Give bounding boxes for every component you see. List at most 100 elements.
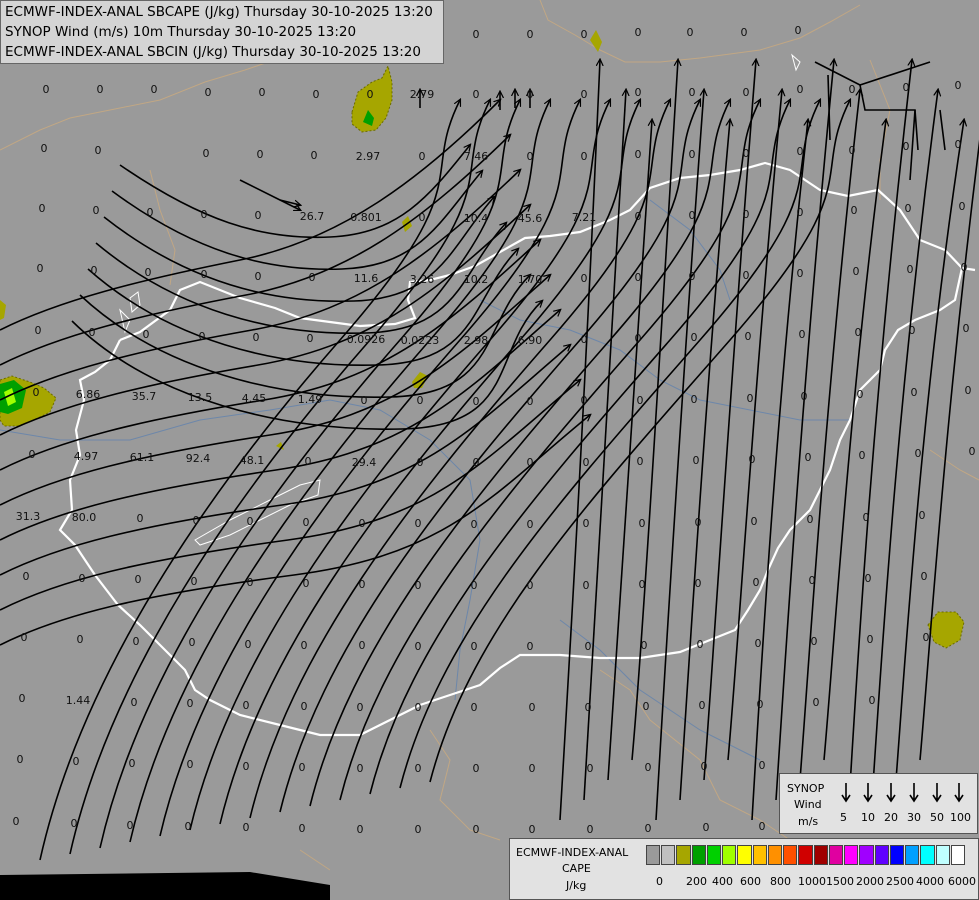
- synop-speed-5: 5: [840, 811, 847, 824]
- cape-color-swatch: [905, 845, 920, 865]
- cin-value: 0: [965, 384, 972, 397]
- cape-color-swatch: [646, 845, 661, 865]
- cin-value: 7.46: [464, 150, 489, 163]
- cape-legend-unit: J/kg: [566, 879, 587, 892]
- cin-value: 0: [747, 392, 754, 405]
- cin-value: 0: [689, 270, 696, 283]
- cin-value: 0: [357, 762, 364, 775]
- cin-value: 0: [39, 202, 46, 215]
- cin-value: 0.801: [350, 211, 382, 224]
- cin-value: 0: [143, 328, 150, 341]
- cin-value: 0: [307, 332, 314, 345]
- cape-color-swatch: [950, 845, 965, 865]
- cin-value: 48.1: [240, 454, 265, 467]
- cin-value: 0: [905, 202, 912, 215]
- cin-value: 0: [471, 640, 478, 653]
- cape-color-legend: ECMWF-INDEX-ANAL CAPE J/kg 0 200 400 600 800…: [509, 838, 979, 900]
- cin-value: 0: [127, 819, 134, 832]
- cape-color-swatch: [737, 845, 752, 865]
- cape-color-swatch: [752, 845, 767, 865]
- cin-value: 0: [697, 638, 704, 651]
- cape-color-swatch: [798, 845, 813, 865]
- cin-value: 0: [245, 638, 252, 651]
- cin-value: 0: [859, 449, 866, 462]
- cape-color-swatch: [859, 845, 874, 865]
- cin-value: 4.45: [242, 392, 267, 405]
- cin-value: 0: [529, 823, 536, 836]
- cin-value: 2.79: [410, 88, 435, 101]
- cin-value: 0: [863, 511, 870, 524]
- cin-value: 0: [797, 145, 804, 158]
- cin-value: 0: [191, 575, 198, 588]
- cin-value: 0: [259, 86, 266, 99]
- cin-value: 0: [131, 696, 138, 709]
- cin-value: 0: [851, 204, 858, 217]
- synop-wind-arrow: [909, 783, 919, 803]
- cin-value: 0: [797, 206, 804, 219]
- cin-value: 0: [151, 83, 158, 96]
- cin-value: 0: [865, 572, 872, 585]
- cin-value: 0: [255, 209, 262, 222]
- cin-value: 0: [303, 516, 310, 529]
- cin-value: 0: [867, 633, 874, 646]
- cin-value: 0: [73, 755, 80, 768]
- cin-value: 0: [359, 517, 366, 530]
- cin-value: 0: [417, 456, 424, 469]
- cin-value: 0.0926: [347, 333, 386, 346]
- cin-value: 31.3: [16, 510, 41, 523]
- synop-wind-arrow: [886, 783, 896, 803]
- cin-value: 0: [43, 83, 50, 96]
- cape-color-swatch: [889, 845, 905, 865]
- cin-value: 0: [743, 269, 750, 282]
- cin-value: 0: [17, 753, 24, 766]
- cin-value: 1.44: [66, 694, 91, 707]
- cin-value: 0: [527, 456, 534, 469]
- title-synop: SYNOP Wind (m/s) 10m Thursday 30-10-2025…: [5, 24, 357, 40]
- cin-value: 0: [415, 762, 422, 775]
- cin-value: 0: [419, 211, 426, 224]
- cin-value: 0: [301, 639, 308, 652]
- cin-value: 0: [585, 701, 592, 714]
- cin-value: 0: [849, 83, 856, 96]
- cin-value: 0: [147, 206, 154, 219]
- cin-value: 0: [955, 79, 962, 92]
- cin-value: 0: [189, 636, 196, 649]
- cape-scale-label: 0: [656, 875, 663, 888]
- cin-value: 0: [797, 267, 804, 280]
- cin-value: 0: [969, 445, 976, 458]
- cin-value: 61.1: [130, 451, 155, 464]
- cin-value: 29.4: [352, 456, 377, 469]
- cin-value: 10.4: [464, 212, 489, 225]
- cin-value: 0: [89, 326, 96, 339]
- cin-value: 0: [641, 639, 648, 652]
- cin-value: 0: [643, 700, 650, 713]
- cin-value: 0: [313, 88, 320, 101]
- cin-value: 80.0: [72, 511, 97, 524]
- cin-value: 92.4: [186, 452, 211, 465]
- cin-value: 0: [635, 26, 642, 39]
- cin-value: 0: [915, 447, 922, 460]
- synop-wind-arrow: [932, 783, 942, 803]
- cin-value: 0: [583, 579, 590, 592]
- cin-value: 0: [691, 331, 698, 344]
- cin-value: 0: [243, 699, 250, 712]
- cin-value: 1.70: [518, 273, 543, 286]
- cin-value: 0: [299, 761, 306, 774]
- cin-value: 0: [471, 701, 478, 714]
- cin-value: 0: [29, 448, 36, 461]
- cin-value: 0: [23, 570, 30, 583]
- cin-value: 0: [145, 266, 152, 279]
- cin-value: 0: [473, 28, 480, 41]
- cape-scale-label: 1500: [826, 875, 854, 888]
- cin-value: 1.49: [298, 393, 323, 406]
- cin-value: 0: [255, 270, 262, 283]
- cape-color-swatch: [706, 845, 722, 865]
- cape-legend-title: ECMWF-INDEX-ANAL: [516, 846, 629, 859]
- cape-scale-label: 400: [712, 875, 733, 888]
- cin-value: 0: [357, 701, 364, 714]
- cin-value: 0: [961, 261, 968, 274]
- cin-value: 0: [527, 395, 534, 408]
- cin-value: 0: [257, 148, 264, 161]
- cin-value: 0: [757, 698, 764, 711]
- cin-value: 0: [19, 692, 26, 705]
